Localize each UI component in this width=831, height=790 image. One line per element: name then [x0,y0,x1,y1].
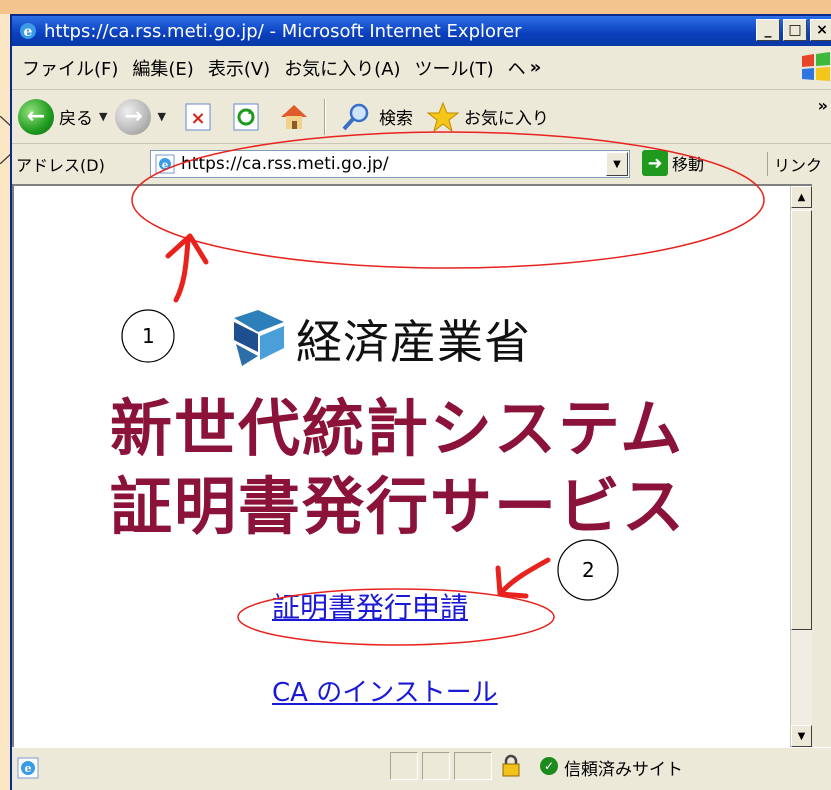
meti-logo: 経済産業省 [228,306,531,372]
forward-dropdown-icon[interactable]: ▼ [157,110,165,123]
vertical-scrollbar[interactable]: ▲ ▼ [790,186,812,747]
page-content: 経済産業省 新世代統計システム 証明書発行サービス 証明書発行申請 CA のイン… [12,184,812,747]
menu-view[interactable]: 表示(V) [208,55,270,81]
marker-label-1: 1 [142,324,155,348]
address-dropdown-icon[interactable]: ▼ [606,152,628,176]
page-ie-icon: e [155,154,175,174]
marker-label-2: 2 [582,558,595,582]
browser-window: e https://ca.rss.meti.go.jp/ - Microsoft… [10,14,831,790]
slide-top-band [0,0,831,14]
heading-line-1: 新世代統計システム [110,392,685,465]
stop-icon[interactable]: × [182,101,214,133]
go-arrow-icon: ➜ [642,150,668,176]
favorites-star-icon[interactable] [426,101,459,133]
svg-text:e: e [24,24,33,40]
close-button[interactable]: × [810,19,831,41]
forward-arrow-icon[interactable]: → [115,98,152,135]
security-zone-label: 信頼済みサイト [564,760,683,780]
menu-edit[interactable]: 編集(E) [132,55,193,81]
meti-logo-mark-icon [234,310,284,366]
svg-text:e: e [25,762,32,775]
home-icon[interactable] [278,101,310,133]
address-value: https://ca.rss.meti.go.jp/ [181,154,389,174]
status-page-icon: e [17,757,39,779]
toolbar-separator [323,98,326,135]
menu-more-chevron[interactable]: » [530,57,542,78]
menu-file[interactable]: ファイル(F) [22,55,118,81]
standard-toolbar: ← 戻る ▼ → ▼ × 検索 お気に入り » [12,90,831,144]
ca-install-link[interactable]: CA のインストール [272,672,498,709]
search-button-label[interactable]: 検索 [379,104,413,129]
title-bar: e https://ca.rss.meti.go.jp/ - Microsoft… [12,16,831,46]
menu-bar: ファイル(F) 編集(E) 表示(V) お気に入り(A) ツール(T) ヘ » [12,46,831,90]
address-label: アドレス(D) [16,156,105,175]
back-button-label[interactable]: 戻る [59,104,93,129]
back-dropdown-icon[interactable]: ▼ [99,110,107,123]
refresh-icon[interactable] [230,101,262,133]
window-title: https://ca.rss.meti.go.jp/ - Microsoft I… [44,20,522,42]
windows-flag-icon [802,52,830,81]
go-button[interactable]: ➜ 移動 [642,150,704,176]
menu-help[interactable]: ヘ [508,55,526,81]
minimize-button[interactable]: _ [756,19,780,41]
scroll-thumb[interactable] [791,210,812,630]
slide: e https://ca.rss.meti.go.jp/ - Microsoft… [0,0,831,790]
go-button-label: 移動 [672,155,705,174]
status-bar: e ✓ 信頼済みサイト [12,747,831,787]
favorites-button-label[interactable]: お気に入り [464,104,549,129]
service-heading: 新世代統計システム 証明書発行サービス [110,390,750,546]
svg-text:×: × [190,108,205,129]
back-arrow-icon[interactable]: ← [18,98,54,135]
status-cell [422,752,450,780]
menu-favorites[interactable]: お気に入り(A) [284,55,400,81]
heading-line-2: 証明書発行サービス [110,470,687,543]
address-bar: アドレス(D) e https://ca.rss.meti.go.jp/ ▼ ➜… [12,144,831,184]
ie-logo-icon: e [20,23,36,40]
scroll-up-icon[interactable]: ▲ [791,186,812,208]
address-input[interactable]: e https://ca.rss.meti.go.jp/ ▼ [150,150,630,178]
menu-tools[interactable]: ツール(T) [415,55,494,81]
secure-lock-icon [502,754,520,777]
status-cell [390,752,418,780]
certificate-application-link[interactable]: 証明書発行申請 [272,586,468,626]
scroll-down-icon[interactable]: ▼ [791,725,812,747]
search-icon[interactable] [340,101,372,133]
maximize-button[interactable]: □ [783,19,807,41]
links-button[interactable]: リンク [767,152,822,176]
toolbar-more-chevron[interactable]: » [818,96,828,115]
svg-text:e: e [162,160,168,171]
status-cell [454,752,492,780]
meti-logo-text: 経済産業省 [296,315,531,369]
trusted-zone-check-icon: ✓ [540,757,558,775]
